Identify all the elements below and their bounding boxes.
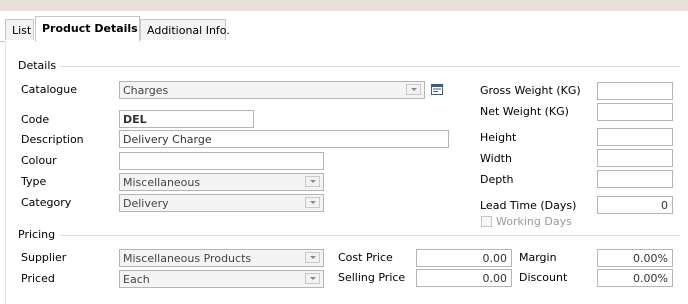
supplier-label: Supplier xyxy=(21,251,67,264)
supplier-select[interactable]: Miscellaneous Products xyxy=(119,249,324,267)
code-input[interactable]: DEL xyxy=(119,110,254,128)
catalogue-value: Charges xyxy=(123,84,169,97)
depth-label: Depth xyxy=(480,173,514,186)
discount-label: Discount xyxy=(519,271,568,284)
colour-input[interactable] xyxy=(119,152,324,170)
cost-price-label: Cost Price xyxy=(338,251,393,264)
type-label: Type xyxy=(21,175,47,188)
tab-product-details[interactable]: Product Details xyxy=(35,16,140,42)
height-label: Height xyxy=(480,131,517,144)
net-weight-label: Net Weight (KG) xyxy=(480,105,569,118)
working-days-label: Working Days xyxy=(496,215,572,228)
gross-weight-label: Gross Weight (KG) xyxy=(480,84,581,97)
cost-price-value: 0.00 xyxy=(482,252,508,265)
code-label: Code xyxy=(21,113,50,126)
selling-price-label: Selling Price xyxy=(338,271,406,284)
category-label: Category xyxy=(21,196,72,209)
description-value: Delivery Charge xyxy=(123,133,212,146)
discount-input[interactable]: 0.00% xyxy=(597,269,673,287)
selling-price-value: 0.00 xyxy=(482,272,508,285)
priced-value: Each xyxy=(123,273,150,286)
type-value: Miscellaneous xyxy=(123,176,201,189)
catalogue-label: Catalogue xyxy=(21,83,77,96)
tab-product-details-label: Product Details xyxy=(42,22,138,35)
colour-label: Colour xyxy=(21,154,57,167)
tab-additional-info[interactable]: Additional Info. xyxy=(140,19,230,40)
priced-label: Priced xyxy=(21,272,55,285)
window-top-bar xyxy=(0,0,688,11)
supplier-dropdown-icon[interactable] xyxy=(305,252,320,263)
catalogue-dropdown-icon[interactable] xyxy=(406,84,421,95)
category-value: Delivery xyxy=(123,197,169,210)
height-input[interactable] xyxy=(597,128,673,146)
pricing-section-label: Pricing xyxy=(18,228,56,241)
catalogue-lookup-icon[interactable] xyxy=(431,84,443,95)
details-divider xyxy=(60,66,680,67)
tab-list[interactable]: List xyxy=(5,19,34,40)
type-dropdown-icon[interactable] xyxy=(305,176,320,187)
cost-price-input[interactable]: 0.00 xyxy=(416,249,512,267)
discount-value: 0.00% xyxy=(633,272,668,285)
category-select[interactable]: Delivery xyxy=(119,194,324,212)
margin-value: 0.00% xyxy=(633,252,668,265)
catalogue-select[interactable]: Charges xyxy=(119,81,425,99)
margin-input[interactable]: 0.00% xyxy=(597,249,673,267)
lead-time-value: 0 xyxy=(661,199,668,212)
description-input[interactable]: Delivery Charge xyxy=(119,130,449,148)
depth-input[interactable] xyxy=(597,170,673,188)
priced-dropdown-icon[interactable] xyxy=(305,273,320,284)
net-weight-input[interactable] xyxy=(597,103,673,121)
tab-list-label: List xyxy=(12,24,32,37)
lead-time-input[interactable]: 0 xyxy=(597,196,673,214)
tab-additional-info-label: Additional Info. xyxy=(147,24,230,37)
description-label: Description xyxy=(21,133,84,146)
selling-price-input[interactable]: 0.00 xyxy=(416,269,512,287)
width-label: Width xyxy=(480,152,512,165)
code-value: DEL xyxy=(123,113,147,126)
lead-time-label: Lead Time (Days) xyxy=(480,199,577,212)
supplier-value: Miscellaneous Products xyxy=(123,252,252,265)
margin-label: Margin xyxy=(519,251,557,264)
priced-select[interactable]: Each xyxy=(119,270,324,288)
gross-weight-input[interactable] xyxy=(597,82,673,100)
working-days-checkbox[interactable] xyxy=(481,216,492,227)
category-dropdown-icon[interactable] xyxy=(305,197,320,208)
width-input[interactable] xyxy=(597,149,673,167)
type-select[interactable]: Miscellaneous xyxy=(119,173,324,191)
pricing-divider xyxy=(60,235,680,236)
details-section-label: Details xyxy=(18,59,57,72)
